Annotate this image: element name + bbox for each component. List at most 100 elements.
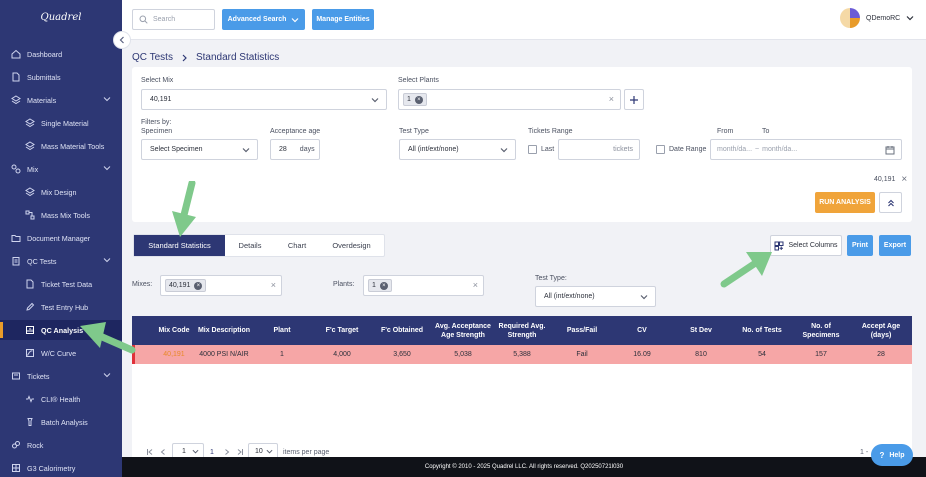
sidebar-item-qc-tests[interactable]: QC Tests — [0, 251, 122, 271]
sidebar-item-label: Mix — [27, 164, 39, 174]
select-plants-field[interactable]: 1 × × — [398, 89, 621, 110]
calendar-icon[interactable] — [885, 145, 895, 155]
table-row[interactable]: 40,191 4000 PSI N/AIR 1 4,000 3,650 5,03… — [132, 345, 912, 364]
remove-chip-icon[interactable]: × — [194, 281, 203, 290]
mix-chip-label: 40,191 — [169, 282, 191, 289]
tab-details[interactable]: Details — [225, 235, 275, 256]
chevron-down-icon — [103, 164, 111, 172]
quadrel-logo[interactable]: Quadrel — [40, 9, 82, 27]
table-test-type-label: Test Type: — [535, 275, 567, 282]
clear-icon[interactable]: × — [609, 94, 614, 104]
tickets-count-input[interactable]: tickets — [558, 139, 640, 160]
curve-icon — [24, 347, 36, 359]
sidebar-item-materials[interactable]: Materials — [0, 90, 122, 110]
clear-icon[interactable]: × — [473, 280, 478, 290]
user-name: QDemoRC — [866, 14, 901, 22]
plant-chip-label: 1 — [372, 282, 376, 289]
mixes-filter-field[interactable]: 40,191 × × — [160, 275, 282, 296]
sidebar-item-mix-design[interactable]: Mix Design — [0, 182, 122, 202]
remove-chip-icon[interactable]: × — [414, 95, 423, 104]
sidebar-item-mass-mix-tools[interactable]: Mass Mix Tools — [0, 205, 122, 225]
sidebar-item-g3-calorimetry[interactable]: G3 Calorimetry — [0, 458, 122, 477]
column-header[interactable]: No. of Specimens — [796, 316, 846, 345]
add-plant-button[interactable] — [624, 89, 644, 110]
advanced-search-button[interactable]: Advanced Search — [222, 9, 305, 30]
sidebar-item-tickets[interactable]: Tickets — [0, 366, 122, 386]
manage-entities-button[interactable]: Manage Entities — [312, 9, 374, 30]
date-range-checkbox-group[interactable]: Date Range — [656, 145, 706, 154]
sidebar-item-dashboard[interactable]: Dashboard — [0, 44, 122, 64]
chevron-down-icon — [371, 96, 379, 104]
close-icon[interactable]: × — [901, 174, 907, 185]
column-header[interactable]: Mix Code — [154, 316, 194, 345]
collapse-filters-button[interactable] — [879, 192, 902, 213]
search-input[interactable]: Search — [132, 9, 215, 30]
select-mix-dropdown[interactable]: 40,191 — [141, 89, 387, 110]
sidebar-item-cli-health[interactable]: CLI® Health — [0, 389, 122, 409]
prev-page-icon[interactable] — [159, 448, 167, 456]
print-button[interactable]: Print — [847, 235, 873, 256]
sidebar-item-submittals[interactable]: Submittals — [0, 67, 122, 87]
page-link[interactable]: 1 — [210, 449, 214, 456]
specimen-dropdown[interactable]: Select Specimen — [141, 139, 258, 160]
sidebar-item-rock[interactable]: Rock — [0, 435, 122, 455]
table-test-type-dropdown[interactable]: All (int/ext/none) — [535, 286, 656, 307]
run-analysis-button[interactable]: RUN ANALYSIS — [815, 192, 875, 213]
column-header[interactable]: Required Avg. Strength — [496, 316, 548, 345]
clear-icon[interactable]: × — [271, 280, 276, 290]
sidebar-item-mass-material-tools[interactable]: Mass Material Tools — [0, 136, 122, 156]
tab-overdesign[interactable]: Overdesign — [319, 235, 384, 256]
sidebar-item-label: Materials — [27, 95, 57, 105]
sidebar-item-single-material[interactable]: Single Material — [0, 113, 122, 133]
sidebar-item-label: Rock — [27, 440, 44, 450]
sidebar-item-document-manager[interactable]: Document Manager — [0, 228, 122, 248]
column-header[interactable]: F'c Target — [318, 316, 366, 345]
column-header[interactable]: F'c Obtained — [377, 316, 427, 345]
column-header[interactable]: Accept Age (days) — [858, 316, 904, 345]
sidebar-item-ticket-test-data[interactable]: Ticket Test Data — [0, 274, 122, 294]
first-page-icon[interactable] — [146, 448, 154, 456]
column-header[interactable]: No. of Tests — [734, 316, 790, 345]
chevron-down-icon — [266, 448, 273, 455]
export-button[interactable]: Export — [879, 235, 911, 256]
tickets-range-label: Tickets Range — [528, 128, 573, 135]
select-columns-button[interactable]: Select Columns — [770, 235, 842, 256]
column-header[interactable]: Pass/Fail — [560, 316, 604, 345]
remove-chip-icon[interactable]: × — [379, 281, 388, 290]
test-type-dropdown[interactable]: All (int/ext/none) — [399, 139, 516, 160]
advanced-search-label: Advanced Search — [227, 16, 287, 23]
column-header[interactable]: Plant — [262, 316, 302, 345]
dashboard-icon — [10, 48, 22, 60]
sidebar-collapse-button[interactable] — [113, 31, 131, 49]
help-button[interactable]: ? Help — [871, 444, 913, 466]
column-header[interactable]: Mix Description — [196, 316, 252, 345]
acceptance-age-input[interactable]: 28 days — [270, 139, 320, 160]
tab-chart[interactable]: Chart — [275, 235, 319, 256]
plants-filter-field[interactable]: 1 × × — [363, 275, 484, 296]
table-cell: 810 — [695, 351, 707, 358]
chevron-down-icon — [103, 256, 111, 264]
chevron-down-icon — [906, 14, 914, 22]
sidebar-item-mix[interactable]: Mix — [0, 159, 122, 179]
last-page-icon[interactable] — [236, 448, 244, 456]
last-checkbox-group[interactable]: Last — [528, 145, 554, 154]
next-page-icon[interactable] — [223, 448, 231, 456]
sidebar-item-batch-analysis[interactable]: Batch Analysis — [0, 412, 122, 432]
mix-icon — [10, 163, 22, 175]
table-cell: 28 — [877, 351, 885, 358]
column-header[interactable]: Avg. Acceptance Age Strength — [432, 316, 494, 345]
search-icon — [139, 15, 148, 24]
sidebar-item-test-entry-hub[interactable]: Test Entry Hub — [0, 297, 122, 317]
column-header[interactable]: St Dev — [681, 316, 721, 345]
table-cell[interactable]: 40,191 — [154, 345, 194, 364]
table-header: Mix Code Mix Description Plant F'c Targe… — [132, 316, 912, 345]
last-checkbox[interactable] — [528, 145, 537, 154]
date-range-input[interactable]: month/da... ~ month/da... — [710, 139, 902, 160]
breadcrumb-parent[interactable]: QC Tests — [132, 52, 173, 63]
health-icon — [24, 393, 36, 405]
column-header[interactable]: CV — [622, 316, 662, 345]
table-test-type-value: All (int/ext/none) — [544, 293, 595, 300]
user-menu[interactable]: QDemoRC — [840, 8, 914, 28]
date-range-checkbox[interactable] — [656, 145, 665, 154]
breadcrumb: QC Tests Standard Statistics — [132, 52, 279, 63]
